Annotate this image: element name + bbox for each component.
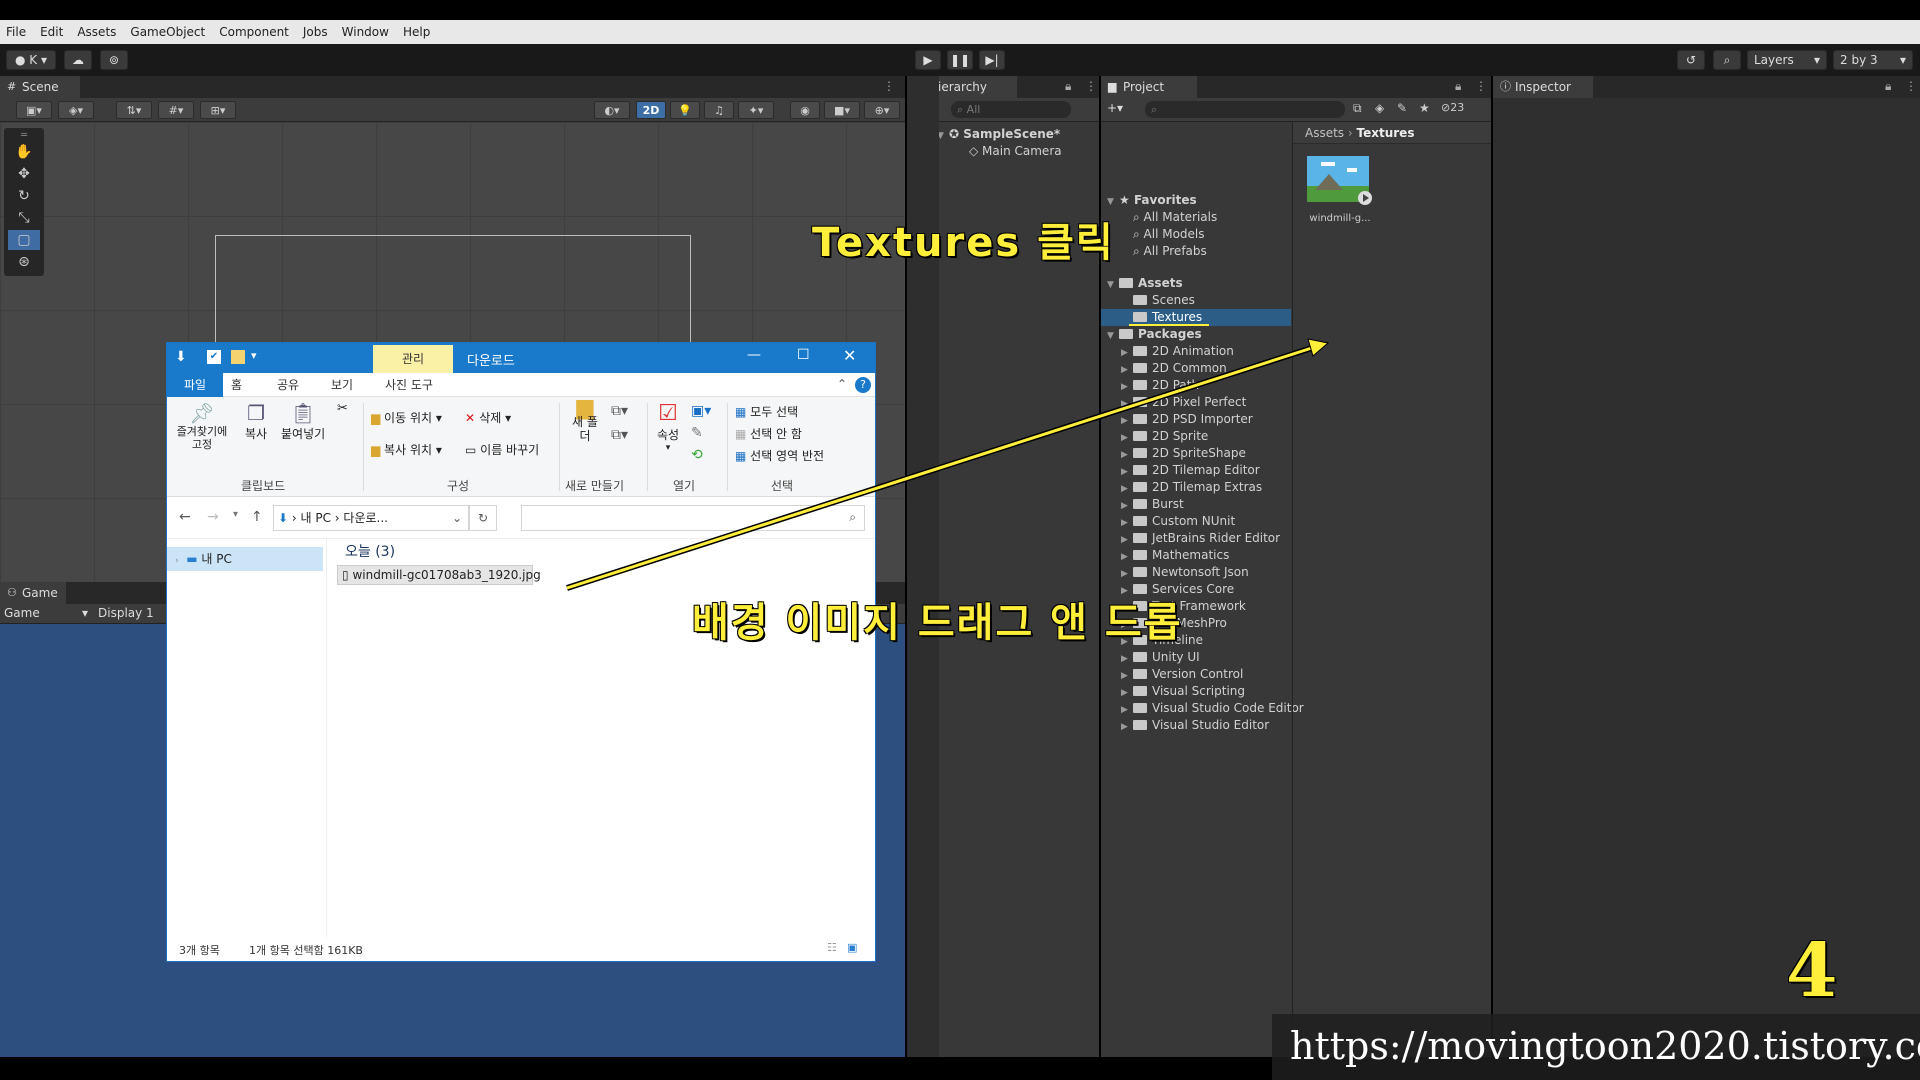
drag-arrow bbox=[566, 338, 1330, 591]
watermark-url: https://movingtoon2020.tistory.com bbox=[1290, 1024, 1920, 1068]
annotation-drag-drop: 배경 이미지 드래그 앤 드롭 bbox=[692, 600, 1183, 646]
annotation-click-textures: Textures 클릭 bbox=[812, 220, 1115, 266]
step-number: 4 bbox=[1786, 928, 1840, 1014]
